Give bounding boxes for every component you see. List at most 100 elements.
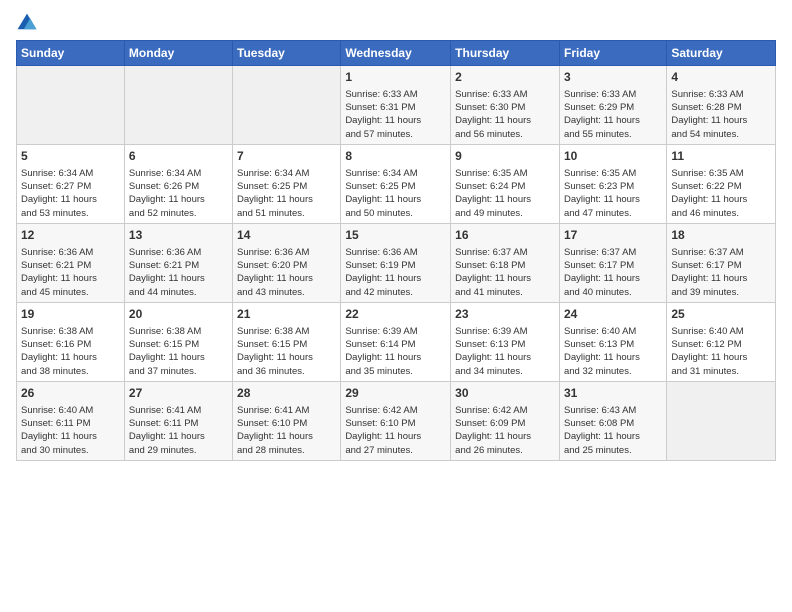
day-info-line: Sunrise: 6:39 AM [345,325,446,338]
day-info-line: and 25 minutes. [564,444,662,457]
day-info-line: Sunset: 6:15 PM [129,338,228,351]
day-info-line: Sunset: 6:28 PM [671,101,771,114]
day-info-line: and 55 minutes. [564,128,662,141]
day-info-line: Daylight: 11 hours [564,430,662,443]
calendar-cell: 5Sunrise: 6:34 AMSunset: 6:27 PMDaylight… [17,144,125,223]
calendar-cell: 18Sunrise: 6:37 AMSunset: 6:17 PMDayligh… [667,223,776,302]
day-info-line: Sunset: 6:08 PM [564,417,662,430]
day-info-line: Daylight: 11 hours [345,193,446,206]
calendar-cell: 10Sunrise: 6:35 AMSunset: 6:23 PMDayligh… [559,144,666,223]
day-info-line: and 29 minutes. [129,444,228,457]
day-number: 3 [564,69,662,86]
calendar-table: SundayMondayTuesdayWednesdayThursdayFrid… [16,40,776,461]
day-info-line: Sunrise: 6:38 AM [129,325,228,338]
day-info-line: Sunset: 6:13 PM [455,338,555,351]
day-info-line: Sunrise: 6:37 AM [671,246,771,259]
calendar-cell: 4Sunrise: 6:33 AMSunset: 6:28 PMDaylight… [667,66,776,145]
day-info-line: Sunset: 6:13 PM [564,338,662,351]
day-number: 15 [345,227,446,244]
day-info-line: and 34 minutes. [455,365,555,378]
day-info-line: Sunset: 6:10 PM [237,417,336,430]
day-info-line: Daylight: 11 hours [21,351,120,364]
calendar-cell: 13Sunrise: 6:36 AMSunset: 6:21 PMDayligh… [124,223,232,302]
day-info-line: Daylight: 11 hours [21,272,120,285]
day-info-line: Sunrise: 6:42 AM [455,404,555,417]
calendar-cell: 20 Sunrise: 6:38 AMSunset: 6:15 PMDayligh… [124,302,232,381]
day-info-line: and 38 minutes. [21,365,120,378]
logo [16,12,40,34]
day-info-line: and 35 minutes. [345,365,446,378]
day-info-line: Daylight: 11 hours [21,430,120,443]
day-info-line: Sunrise: 6:42 AM [345,404,446,417]
day-info-line: Daylight: 11 hours [455,272,555,285]
calendar-cell: 28Sunrise: 6:41 AMSunset: 6:10 PMDayligh… [233,381,341,460]
day-info-line: Sunset: 6:09 PM [455,417,555,430]
day-info-line: Sunrise: 6:34 AM [129,167,228,180]
day-info-line: Daylight: 11 hours [237,272,336,285]
calendar-cell: 23Sunrise: 6:39 AMSunset: 6:13 PMDayligh… [451,302,560,381]
day-info-line: Sunrise: 6:41 AM [237,404,336,417]
day-info-line: and 51 minutes. [237,207,336,220]
day-info-line: Daylight: 11 hours [564,272,662,285]
day-info-line: Daylight: 11 hours [129,272,228,285]
day-info-line: Sunrise: 6:34 AM [21,167,120,180]
day-info-line: Sunset: 6:19 PM [345,259,446,272]
day-info-line: and 45 minutes. [21,286,120,299]
day-info-line: and 39 minutes. [671,286,771,299]
day-info-line: and 41 minutes. [455,286,555,299]
day-info-line: Daylight: 11 hours [237,193,336,206]
day-number: 18 [671,227,771,244]
calendar-cell: 2Sunrise: 6:33 AMSunset: 6:30 PMDaylight… [451,66,560,145]
calendar-cell: 1Sunrise: 6:33 AMSunset: 6:31 PMDaylight… [341,66,451,145]
day-info-line: Daylight: 11 hours [129,351,228,364]
day-info-line: and 49 minutes. [455,207,555,220]
page: SundayMondayTuesdayWednesdayThursdayFrid… [0,0,792,612]
day-number: 9 [455,148,555,165]
day-info-line: Sunrise: 6:37 AM [564,246,662,259]
day-info-line: Sunset: 6:30 PM [455,101,555,114]
column-header-friday: Friday [559,41,666,66]
calendar-cell: 19Sunrise: 6:38 AMSunset: 6:16 PMDayligh… [17,302,125,381]
day-info-line: Daylight: 11 hours [237,351,336,364]
day-info-line: Sunset: 6:25 PM [237,180,336,193]
day-info-line: Sunset: 6:11 PM [21,417,120,430]
day-number: 1 [345,69,446,86]
day-info-line: Sunrise: 6:40 AM [21,404,120,417]
day-info-line: Daylight: 11 hours [345,114,446,127]
day-info-line: Sunset: 6:21 PM [129,259,228,272]
day-number: 11 [671,148,771,165]
day-info-line: Sunrise: 6:40 AM [671,325,771,338]
day-info-line: Sunrise: 6:36 AM [237,246,336,259]
day-number: 20 [129,306,228,323]
calendar-cell [17,66,125,145]
day-number: 12 [21,227,120,244]
day-info-line: and 31 minutes. [671,365,771,378]
calendar-cell: 17Sunrise: 6:37 AMSunset: 6:17 PMDayligh… [559,223,666,302]
day-info-line: Sunset: 6:14 PM [345,338,446,351]
day-number: 4 [671,69,771,86]
day-info-line: Sunset: 6:10 PM [345,417,446,430]
day-number: 29 [345,385,446,402]
day-info-line: Sunset: 6:23 PM [564,180,662,193]
day-info-line: Daylight: 11 hours [671,114,771,127]
calendar-cell: 29Sunrise: 6:42 AMSunset: 6:10 PMDayligh… [341,381,451,460]
day-info-line: Sunrise: 6:35 AM [564,167,662,180]
calendar-cell: 6Sunrise: 6:34 AMSunset: 6:26 PMDaylight… [124,144,232,223]
day-info-line: Sunset: 6:24 PM [455,180,555,193]
day-number: 5 [21,148,120,165]
calendar-cell [667,381,776,460]
day-info-line: Sunset: 6:17 PM [671,259,771,272]
column-header-sunday: Sunday [17,41,125,66]
day-info-line: Daylight: 11 hours [455,351,555,364]
calendar-cell: 24Sunrise: 6:40 AMSunset: 6:13 PMDayligh… [559,302,666,381]
calendar-cell: 12Sunrise: 6:36 AMSunset: 6:21 PMDayligh… [17,223,125,302]
day-info-line: Sunrise: 6:39 AM [455,325,555,338]
day-info-line: Sunrise: 6:38 AM [21,325,120,338]
day-number: 10 [564,148,662,165]
day-info-line: Sunrise: 6:33 AM [455,88,555,101]
calendar-header-row: SundayMondayTuesdayWednesdayThursdayFrid… [17,41,776,66]
calendar-cell [233,66,341,145]
day-info-line: and 28 minutes. [237,444,336,457]
column-header-monday: Monday [124,41,232,66]
week-row-4: 19Sunrise: 6:38 AMSunset: 6:16 PMDayligh… [17,302,776,381]
